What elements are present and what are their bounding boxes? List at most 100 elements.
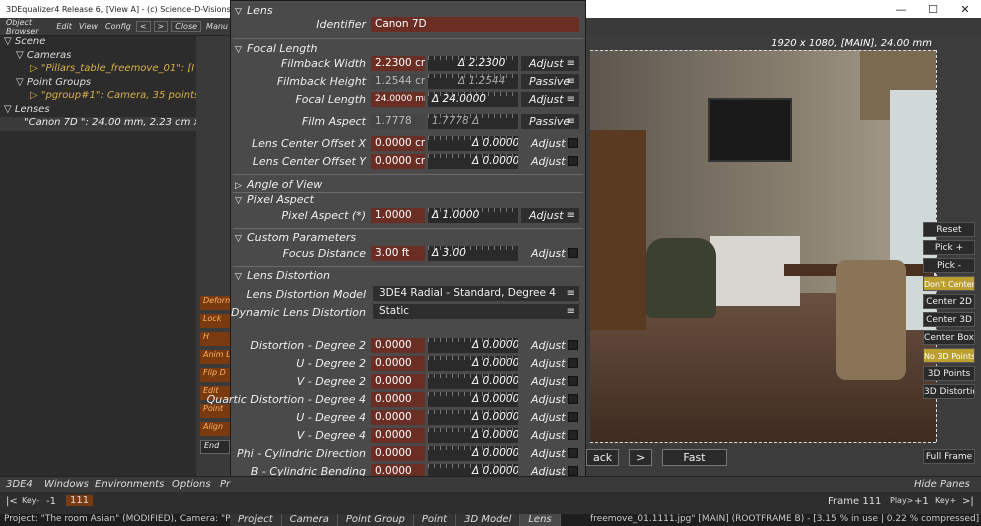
flip-button[interactable]: Flip D — [200, 368, 230, 382]
menu-windows[interactable]: Windows — [44, 479, 89, 490]
param-field[interactable]: 0.0000 — [371, 392, 425, 407]
center-box-button[interactable]: Center Box — [923, 330, 975, 345]
center-3d-button[interactable]: Center 3D — [923, 312, 975, 327]
full-frame-button[interactable]: Full Frame — [923, 449, 975, 464]
focus-distance-field[interactable]: 3.00 ft — [371, 246, 425, 261]
section-lens-distortion[interactable]: ▽ Lens Distortion — [235, 269, 330, 282]
filmback-height-mode[interactable]: Passive ≡ — [521, 74, 579, 89]
key-minus-button[interactable]: Key- — [22, 496, 39, 505]
tree-lens-item[interactable]: "Canon 7D ": 24.00 mm, 2.23 cm x — [0, 117, 196, 131]
menu-manual[interactable]: Manu — [204, 22, 230, 31]
section-angle-of-view[interactable]: ▷ Angle of View — [235, 178, 322, 191]
filmback-width-mode[interactable]: Adjust ≡ — [521, 56, 579, 71]
filmback-width-slider[interactable]: Δ 2.2300 — [428, 56, 518, 71]
param-checkbox[interactable] — [568, 376, 578, 386]
back-button[interactable]: ack — [586, 449, 620, 466]
tree-point-groups[interactable]: ▽ Point Groups — [0, 77, 196, 91]
param-slider[interactable]: Δ 0.0000 — [428, 338, 518, 353]
camera-image[interactable] — [590, 50, 936, 442]
lens-center-y-field[interactable]: 0.0000 cm — [371, 154, 425, 169]
minus-one-button[interactable]: -1 — [46, 496, 56, 507]
film-aspect-slider[interactable]: 1.7778 Δ — [428, 114, 518, 129]
reset-button[interactable]: Reset — [923, 222, 975, 237]
tree-camera-item[interactable]: ▷ "Pillars_table_freemove_01": [I — [0, 63, 196, 77]
minimize-button[interactable]: — — [885, 3, 917, 16]
param-field[interactable]: 0.0000 — [371, 410, 425, 425]
maximize-button[interactable]: ☐ — [917, 3, 949, 16]
param-slider[interactable]: Δ 0.0000 — [428, 392, 518, 407]
first-frame-button[interactable]: |< — [6, 496, 18, 507]
no-3d-points-button[interactable]: No 3D Points — [923, 348, 975, 363]
param-slider[interactable]: Δ 0.0000 — [428, 446, 518, 461]
key-plus-button[interactable]: Key+ — [935, 496, 956, 505]
deform-button[interactable]: Deform — [200, 296, 230, 310]
param-checkbox[interactable] — [568, 358, 578, 368]
tree-scene[interactable]: ▽ Scene — [0, 36, 196, 50]
menu-options[interactable]: Options — [172, 479, 211, 490]
param-slider[interactable]: Δ 0.0000 — [428, 356, 518, 371]
filmback-height-field[interactable]: 1.2544 cm — [371, 74, 425, 89]
param-field[interactable]: 0.0000 — [371, 446, 425, 461]
close-button[interactable]: Close — [171, 21, 202, 32]
pick-plus-button[interactable]: Pick + — [923, 240, 975, 255]
hide-panes-button[interactable]: Hide Panes — [914, 479, 970, 490]
last-frame-button[interactable]: >| — [962, 496, 974, 507]
tab-point-group[interactable]: Point Group — [337, 514, 414, 526]
menu-edit[interactable]: Edit — [54, 22, 74, 31]
lens-center-y-checkbox[interactable] — [568, 156, 578, 166]
param-slider[interactable]: Δ 0.0000 — [428, 428, 518, 443]
focal-length-slider[interactable]: Δ 24.0000 — [428, 92, 518, 107]
lens-center-x-slider[interactable]: Δ 0.0000 — [428, 136, 518, 151]
param-field[interactable]: 0.0000 — [371, 428, 425, 443]
param-checkbox[interactable] — [568, 448, 578, 458]
focus-distance-slider[interactable]: Δ 3.00 — [428, 246, 518, 261]
focal-length-mode[interactable]: Adjust ≡ — [521, 92, 579, 107]
param-checkbox[interactable] — [568, 412, 578, 422]
3d-distortion-button[interactable]: 3D Distortion — [923, 384, 975, 399]
tab-3d-model[interactable]: 3D Model — [456, 514, 521, 526]
pixel-aspect-mode[interactable]: Adjust ≡ — [521, 208, 579, 223]
param-checkbox[interactable] — [568, 340, 578, 350]
identifier-field[interactable]: Canon 7D — [371, 17, 579, 32]
filmback-height-slider[interactable]: Δ 1.2544 — [428, 74, 518, 89]
focus-distance-checkbox[interactable] — [568, 248, 578, 258]
h-button[interactable]: H — [200, 332, 230, 346]
lens-center-x-checkbox[interactable] — [568, 138, 578, 148]
align-button[interactable]: Align — [200, 422, 230, 436]
next-button[interactable]: > — [153, 21, 169, 32]
tree-lenses[interactable]: ▽ Lenses — [0, 104, 196, 118]
lens-center-y-slider[interactable]: Δ 0.0000 — [428, 154, 518, 169]
section-custom-parameters[interactable]: ▽ Custom Parameters — [235, 231, 356, 244]
play-button[interactable]: Play> — [890, 496, 913, 505]
menu-config[interactable]: Config — [103, 22, 133, 31]
section-pixel-aspect[interactable]: ▽ Pixel Aspect — [235, 193, 314, 206]
menu-environments[interactable]: Environments — [95, 479, 164, 490]
param-slider[interactable]: Δ 0.0000 — [428, 374, 518, 389]
menu-view[interactable]: View — [77, 22, 100, 31]
tab-lens[interactable]: Lens — [520, 514, 561, 526]
param-field[interactable]: 0.0000 — [371, 374, 425, 389]
param-checkbox[interactable] — [568, 466, 578, 476]
pixel-aspect-field[interactable]: 1.0000 — [371, 208, 425, 223]
param-field[interactable]: 0.0000 — [371, 338, 425, 353]
prev-button[interactable]: < — [135, 21, 151, 32]
param-slider[interactable]: Δ 0.0000 — [428, 410, 518, 425]
tree-pgroup-item[interactable]: ▷ "pgroup#1": Camera, 35 points — [0, 90, 196, 104]
lock-button[interactable]: Lock — [200, 314, 230, 328]
forward-button[interactable]: > — [629, 449, 653, 466]
pixel-aspect-slider[interactable]: Δ 1.0000 — [428, 208, 518, 223]
tab-point[interactable]: Point — [413, 514, 457, 526]
tab-project[interactable]: Project — [230, 514, 282, 526]
anim-button[interactable]: Anim L — [200, 350, 230, 364]
film-aspect-mode[interactable]: Passive ≡ — [521, 114, 579, 129]
focal-length-field[interactable]: 24.0000 mm — [371, 92, 425, 107]
param-checkbox[interactable] — [568, 394, 578, 404]
param-checkbox[interactable] — [568, 430, 578, 440]
distortion-model-dropdown[interactable]: 3DE4 Radial - Standard, Degree 4 ≡ — [373, 286, 579, 301]
param-field[interactable]: 0.0000 — [371, 356, 425, 371]
menu-object-browser[interactable]: Object Browser — [4, 18, 51, 36]
section-focal-length[interactable]: ▽ Focal Length — [235, 42, 318, 55]
lens-center-x-field[interactable]: 0.0000 cm — [371, 136, 425, 151]
frame-field[interactable]: 111 — [66, 495, 94, 506]
menu-pr[interactable]: Pr — [220, 479, 230, 490]
